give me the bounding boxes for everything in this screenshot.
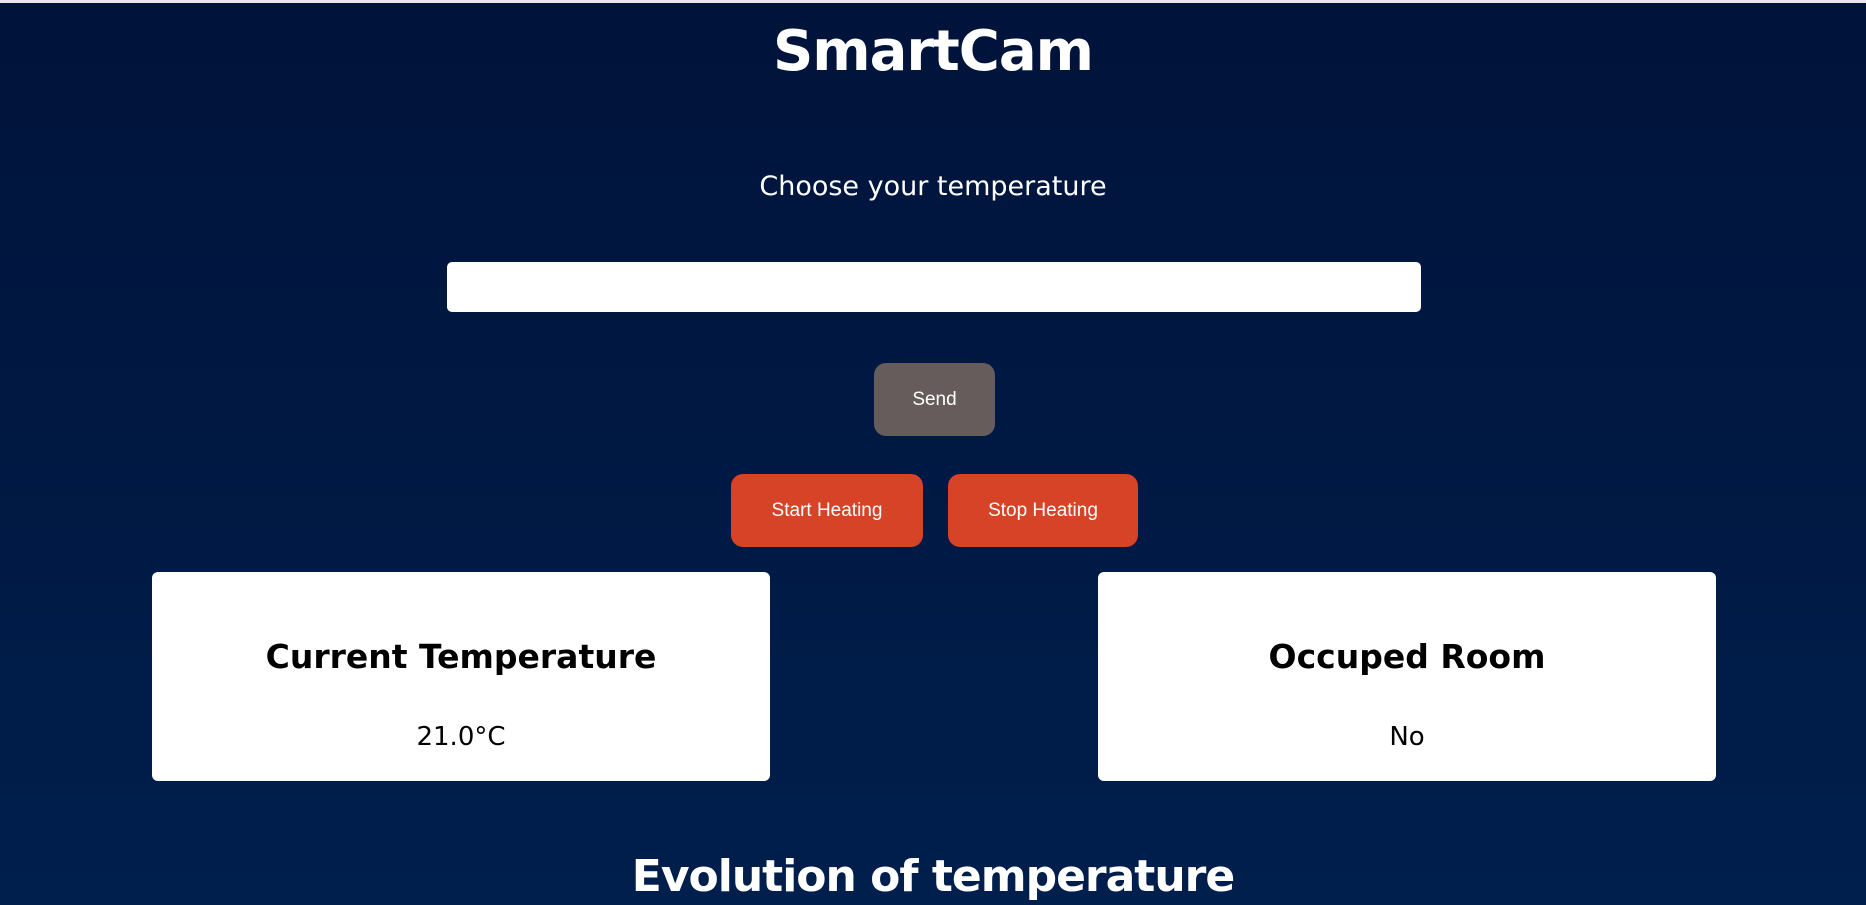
temperature-input[interactable] bbox=[447, 262, 1421, 312]
app-title: SmartCam bbox=[772, 19, 1094, 84]
card-title: Occuped Room bbox=[1268, 637, 1546, 676]
card-title: Current Temperature bbox=[265, 637, 657, 676]
occupied-room-value: No bbox=[1389, 722, 1425, 752]
start-heating-button[interactable]: Start Heating bbox=[731, 474, 923, 547]
occupied-room-card: Occuped Room No bbox=[1098, 572, 1716, 781]
temperature-label: Choose your temperature bbox=[759, 171, 1107, 202]
send-button[interactable]: Send bbox=[874, 363, 995, 436]
stop-heating-button[interactable]: Stop Heating bbox=[948, 474, 1138, 547]
current-temperature-value: 21.0°C bbox=[416, 722, 506, 752]
evolution-heading: Evolution of temperature bbox=[631, 851, 1235, 902]
current-temperature-card: Current Temperature 21.0°C bbox=[152, 572, 770, 781]
